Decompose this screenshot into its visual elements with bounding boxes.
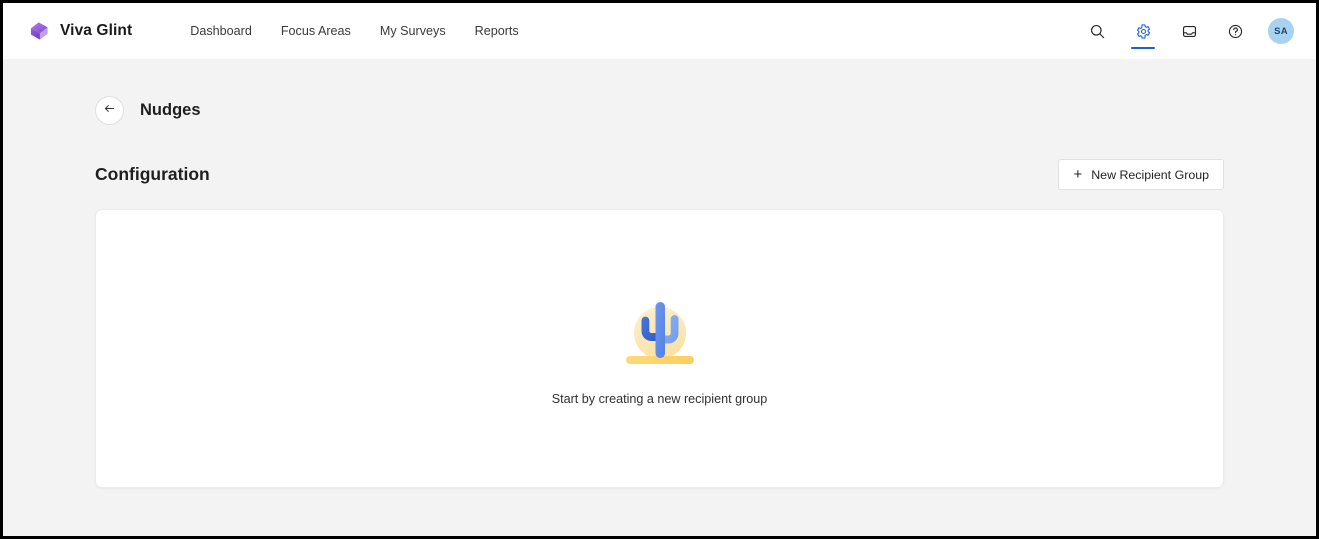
arrow-left-icon [103,102,116,120]
brand[interactable]: Viva Glint [28,20,132,42]
new-recipient-group-label: New Recipient Group [1091,167,1209,182]
inbox-icon[interactable] [1174,12,1204,50]
new-recipient-group-button[interactable]: + New Recipient Group [1058,159,1224,190]
nav-link-reports[interactable]: Reports [475,25,519,38]
nav-link-dashboard[interactable]: Dashboard [190,25,252,38]
page-title: Nudges [140,101,201,119]
gear-icon[interactable] [1128,12,1158,50]
cactus-desert-illustration-icon [614,286,706,370]
brand-name: Viva Glint [60,22,133,39]
section-toolbar: Configuration + New Recipient Group [3,125,1316,190]
top-navigation-bar: Viva Glint Dashboard Focus Areas My Surv… [3,3,1316,59]
nav-link-focus-areas[interactable]: Focus Areas [281,25,351,38]
back-button[interactable] [95,96,124,125]
plus-icon: + [1073,165,1083,183]
help-icon[interactable] [1220,12,1250,50]
avatar[interactable]: SA [1268,18,1294,44]
empty-state: Start by creating a new recipient group [551,286,768,406]
section-title: Configuration [95,164,210,184]
empty-state-message: Start by creating a new recipient group [551,391,768,406]
primary-nav: Dashboard Focus Areas My Surveys Reports [190,25,519,38]
viva-glint-diamond-logo-icon [28,20,50,42]
header-actions: SA [1082,12,1294,50]
search-icon[interactable] [1082,12,1112,50]
nav-link-my-surveys[interactable]: My Surveys [380,25,446,38]
page-header: Nudges [3,59,1316,125]
configuration-card: Start by creating a new recipient group [95,209,1224,488]
app-window: Viva Glint Dashboard Focus Areas My Surv… [0,0,1319,539]
page-body: Nudges Configuration + New Recipient Gro… [3,59,1316,536]
